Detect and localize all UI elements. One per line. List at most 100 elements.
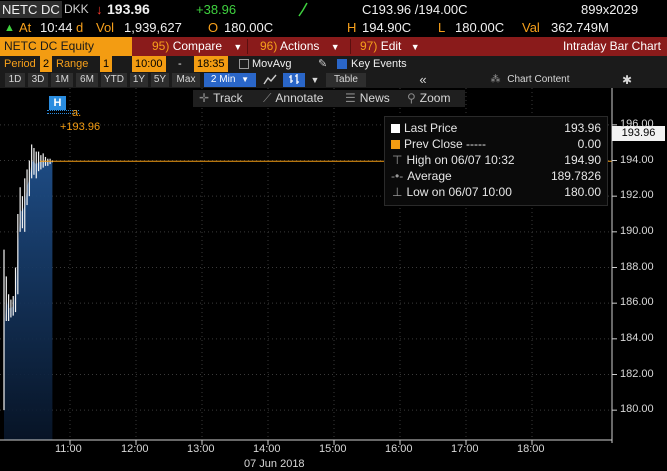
chevron-down-icon: ▼ (233, 42, 243, 52)
chart-legend[interactable]: Last Price 193.96 Prev Close ----- 0.00 … (384, 116, 608, 206)
pencil-icon[interactable]: ✎ (318, 56, 327, 72)
quote-line-1: NETC DC DKK ↓ 193.96 +38.96 C193.96 /194… (0, 0, 667, 19)
time-flag: d (76, 20, 84, 35)
range-ytd-button[interactable]: YTD (101, 73, 127, 87)
legend-average-label: Average (407, 169, 452, 183)
actions-number: 96) (260, 39, 278, 53)
legend-high: ⊤ High on 06/07 10:32 194.90 (391, 153, 601, 168)
trade-time: 10:44 (40, 20, 73, 35)
gear-icon[interactable]: ✱ (618, 73, 636, 87)
y-tick-label: 180.00 (620, 403, 654, 416)
range-5y-button[interactable]: 5Y (151, 73, 169, 87)
range-1d-button[interactable]: 1D (5, 73, 25, 87)
news-button[interactable]: ☰ News (345, 90, 390, 107)
period-label: Period (4, 58, 36, 70)
movavg-checkbox[interactable] (239, 56, 249, 72)
crosshair-icon: ✛ (199, 91, 210, 105)
x-tick-label: 16:00 (385, 443, 413, 455)
y-tick-label: 186.00 (620, 296, 654, 309)
range-bar: 1D 3D 1M 6M YTD 1Y 5Y Max 2 Min ▼ ▼ Tabl… (0, 72, 667, 88)
range-6m-button[interactable]: 6M (76, 73, 98, 87)
last-price-swatch (391, 124, 400, 134)
line-chart-icon[interactable] (260, 73, 280, 87)
annotate-icon: ⟋ (263, 91, 272, 105)
x-tick-label: 12:00 (121, 443, 149, 455)
compare-label: Compare (172, 39, 223, 53)
volume-label: Vol (96, 20, 115, 35)
at-label: At (19, 20, 32, 35)
news-label: News (359, 91, 390, 105)
chevron-down-icon[interactable]: ▼ (308, 73, 322, 87)
table-button[interactable]: Table (326, 73, 366, 87)
ticker-symbol[interactable]: NETC DC (0, 1, 62, 18)
date-label: 07 Jun 2018 (244, 458, 305, 470)
legend-low-value: 180.00 (564, 185, 601, 199)
chart-toolbar: ✛ Track ⟋ Annotate ☰ News ⚲ Zoom (193, 90, 465, 107)
y-tick-label: 194.00 (620, 153, 654, 166)
range-max-button[interactable]: Max (172, 73, 200, 87)
bar-chart-icon[interactable] (283, 73, 305, 87)
news-icon: ☰ (345, 91, 356, 105)
range-3d-button[interactable]: 3D (28, 73, 48, 87)
sparkline-icon (298, 2, 308, 17)
legend-last-price-label: Last Price (404, 121, 458, 135)
zoom-label: Zoom (419, 91, 451, 105)
compare-menu[interactable]: 95) Compare ▼ (152, 37, 242, 56)
value-label: Val (522, 20, 540, 35)
x-tick-label: 18:00 (517, 443, 545, 455)
track-label: Track (213, 91, 243, 105)
legend-low-label: Low on 06/07 10:00 (406, 185, 512, 199)
chevron-down-icon: ▼ (410, 42, 420, 52)
actions-label: Actions (280, 39, 320, 53)
range-1y-button[interactable]: 1Y (130, 73, 148, 87)
edit-number: 97) (360, 39, 378, 53)
legend-last-price: Last Price 193.96 (391, 121, 601, 136)
legend-high-label: High on 06/07 10:32 (406, 153, 515, 167)
x-tick-label: 15:00 (319, 443, 347, 455)
bid-ask: C193.96 /194.00C (362, 2, 468, 17)
track-button[interactable]: ✛ Track (199, 90, 243, 107)
range-end-input[interactable]: 18:35 (194, 56, 228, 72)
annotate-button[interactable]: ⟋ Annotate (263, 90, 323, 107)
key-events-checkbox[interactable] (337, 56, 347, 72)
y-tick-label: 182.00 (620, 367, 654, 380)
compare-number: 95) (152, 39, 170, 53)
chart-content-label: Chart Content (507, 74, 570, 85)
function-title: Intraday Bar Chart (562, 39, 661, 53)
y-tick-label: 192.00 (620, 189, 654, 202)
zoom-button[interactable]: ⚲ Zoom (407, 90, 450, 107)
legend-prev-close-label: Prev Close ----- (404, 137, 487, 151)
actions-menu[interactable]: 96) Actions ▼ (260, 37, 340, 56)
x-tick-label: 14:00 (253, 443, 281, 455)
up-arrow-icon: ▲ (4, 22, 15, 34)
event-marker[interactable]: H (49, 96, 66, 110)
low-value: 180.00C (455, 20, 505, 35)
low-marker-icon: ⊥ (392, 185, 403, 199)
quote-line-2: ▲ At 10:44 d Vol 1,939,627 O 180.00C H 1… (0, 19, 667, 37)
period-input[interactable]: 2 (40, 56, 53, 72)
range-dash: - (178, 58, 182, 70)
interval-value: 2 Min (210, 74, 236, 85)
event-note: a. (72, 107, 82, 119)
range-start-input[interactable]: 10:00 (132, 56, 166, 72)
volume-value: 1,939,627 (124, 20, 182, 35)
last-price: 193.96 (107, 1, 150, 17)
interval-dropdown[interactable]: 2 Min ▼ (204, 73, 256, 87)
collapse-button[interactable]: « (405, 73, 441, 87)
range-input[interactable]: 1 (100, 56, 113, 72)
y-tick-label: 196.00 (620, 117, 654, 130)
legend-low: ⊥ Low on 06/07 10:00 180.00 (391, 185, 601, 200)
menu-bar: NETC DC Equity 95) Compare ▼ 96) Actions… (0, 37, 667, 56)
movavg-label: MovAvg (252, 58, 292, 70)
security-field[interactable]: NETC DC Equity (0, 37, 132, 56)
last-price-annotation: +193.96 (60, 121, 101, 133)
x-tick-label: 11:00 (55, 443, 82, 455)
period-bar: Period 2 Range 1 10:00 - 18:35 MovAvg ✎ … (0, 56, 667, 72)
edit-menu[interactable]: 97) Edit ▼ (360, 37, 420, 56)
range-label: Range (56, 58, 89, 70)
high-value: 194.90C (362, 20, 412, 35)
chart-content-button[interactable]: ⁂ Chart Content (470, 73, 590, 87)
open-label: O (208, 20, 219, 35)
open-value: 180.00C (224, 20, 274, 35)
range-1m-button[interactable]: 1M (51, 73, 73, 87)
